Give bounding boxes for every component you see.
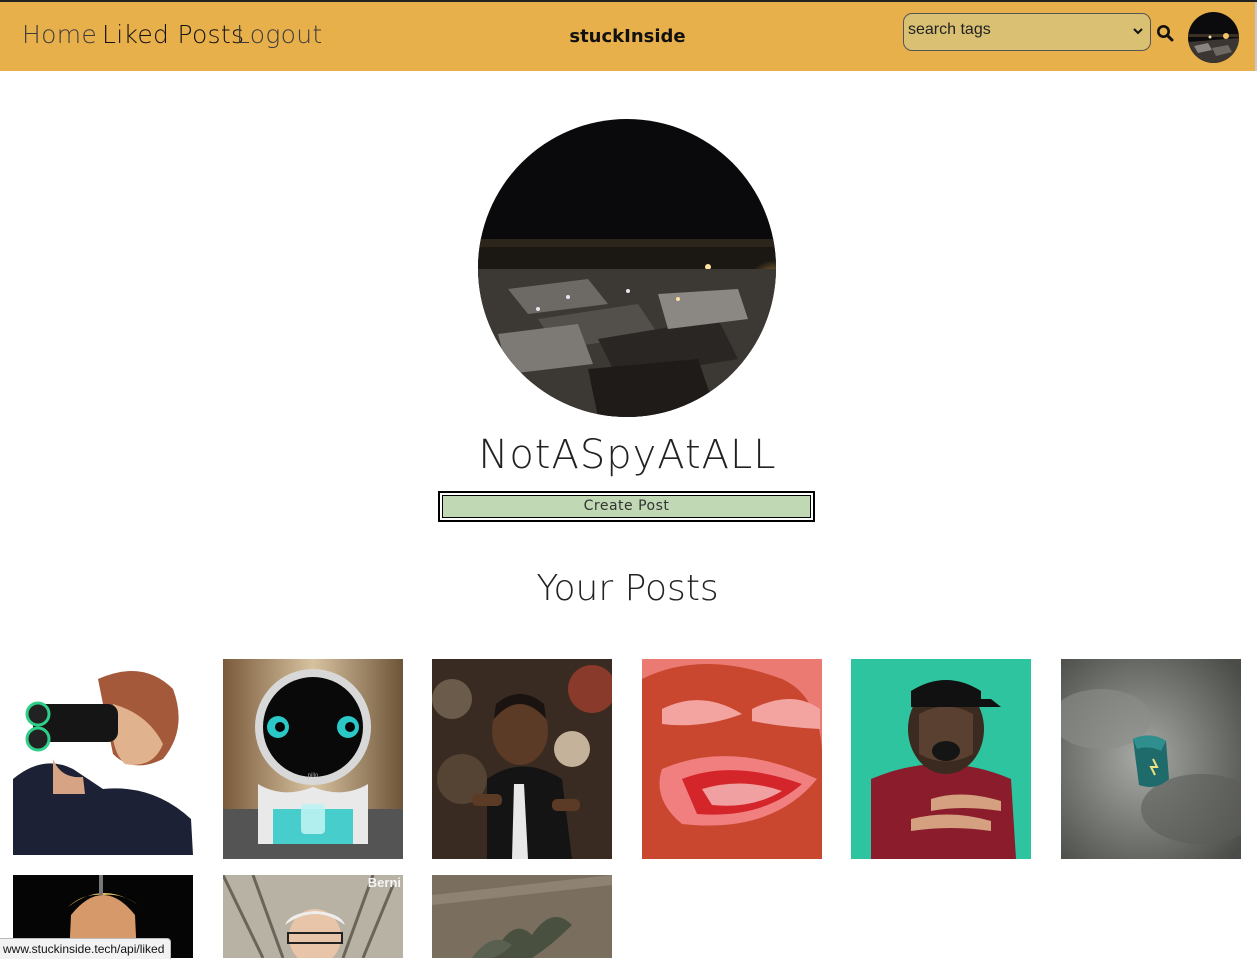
your-posts-heading: Your Posts (536, 568, 719, 609)
post-caption: pillo (308, 773, 319, 779)
browser-status-bar: www.stuckinside.tech/api/liked (0, 938, 172, 959)
search-icon[interactable] (1156, 24, 1174, 42)
post-thumbnail[interactable] (432, 659, 612, 859)
user-avatar[interactable] (1188, 12, 1239, 63)
profile-picture (478, 119, 776, 417)
create-post-label: Create Post (442, 495, 811, 518)
post-thumbnail[interactable]: Berni (223, 875, 403, 958)
post-thumbnail[interactable] (432, 875, 612, 958)
post-thumbnail[interactable] (13, 659, 193, 859)
post-thumbnail[interactable]: pillo (223, 659, 403, 859)
post-thumbnail[interactable] (851, 659, 1031, 859)
create-post-button[interactable]: Create Post (438, 491, 815, 522)
profile-username: NotASpyAtALL (478, 432, 777, 478)
chevron-down-icon (1133, 28, 1143, 35)
navbar: Home Liked Posts Logout stuckInside sear… (0, 2, 1257, 71)
search-tags-placeholder: search tags (908, 21, 991, 38)
post-caption: Berni (368, 875, 401, 890)
post-thumbnail[interactable] (1061, 659, 1241, 859)
search-tags-select[interactable]: search tags (903, 13, 1151, 51)
post-thumbnail[interactable] (642, 659, 822, 859)
